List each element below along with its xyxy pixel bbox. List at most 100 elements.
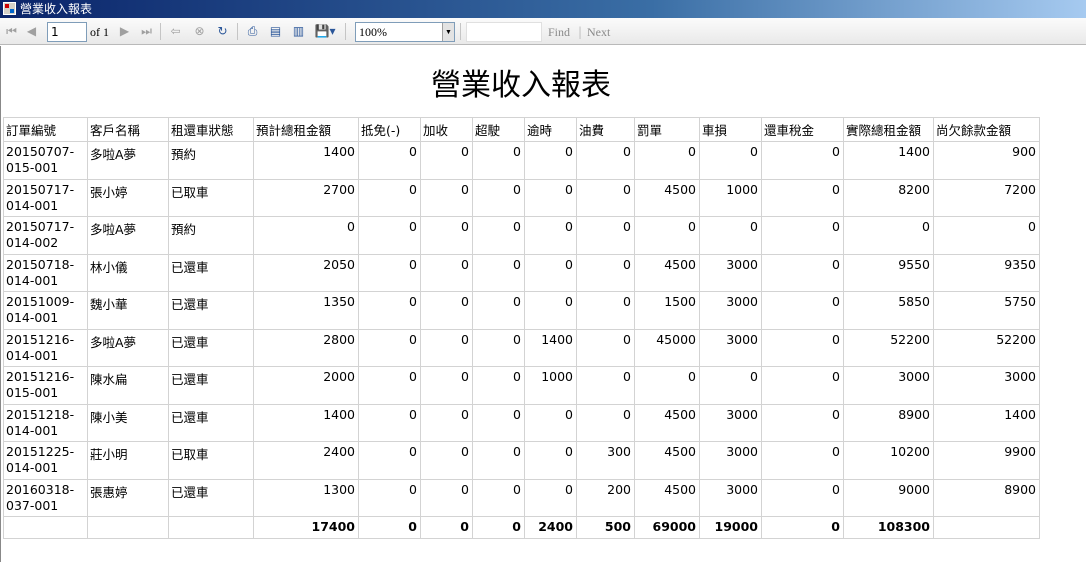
table-cell: 0: [420, 328, 473, 367]
zoom-select[interactable]: 100% ▼: [355, 22, 455, 42]
report-table: 訂單編號 客戶名稱 租還車狀態 預計總租金額 抵免(-) 加收 超駛 逾時 油費 罰單 車損 還車稅金…: [3, 117, 1040, 539]
app-icon: [3, 2, 16, 15]
table-cell: 1500: [634, 291, 700, 330]
table-cell: 0: [576, 328, 635, 367]
table-cell: 0: [420, 291, 473, 330]
first-page-icon[interactable]: ⏮: [2, 22, 21, 41]
print-layout-icon[interactable]: ▤: [266, 22, 285, 41]
find-next-button[interactable]: Next: [587, 25, 610, 40]
table-cell: 0: [420, 366, 473, 405]
table-cell: 0: [420, 253, 473, 292]
table-cell: 張小婷: [87, 178, 169, 217]
table-cell: 8900: [933, 478, 1040, 517]
table-row: 20151225-014-001 莊小明 已取車 2400 0 0 0 0 300 4500 300…: [3, 441, 1040, 480]
find-button[interactable]: Find: [548, 25, 570, 40]
table-cell: 0: [699, 366, 762, 405]
table-cell: 陳小美: [87, 403, 169, 442]
column-header: 訂單編號: [3, 117, 88, 142]
table-cell: 4500: [634, 403, 700, 442]
table-cell: 2800: [253, 328, 359, 367]
table-row: 20151216-015-001 陳水扁 已還車 2000 0 0 0 1000 0 0 0 0 300…: [3, 366, 1040, 405]
table-cell: 0: [761, 178, 844, 217]
page-count-label: of 1: [90, 25, 109, 39]
table-cell: 4500: [634, 441, 700, 480]
table-cell: 1350: [253, 291, 359, 330]
table-cell: 0: [358, 441, 421, 480]
table-cell: 3000: [699, 253, 762, 292]
column-header: 超駛: [472, 117, 525, 142]
table-cell: 0: [472, 366, 525, 405]
table-cell: 20150717-014-002: [3, 216, 88, 255]
column-header: 逾時: [524, 117, 577, 142]
table-cell: 0: [420, 478, 473, 517]
zoom-value: 100%: [359, 25, 387, 39]
table-cell: 0: [761, 403, 844, 442]
total-cell: 0: [472, 516, 525, 539]
table-cell: 0: [524, 441, 577, 480]
table-row: 20150717-014-002 多啦A夢 預約 0 0 0 0 0 0 0 0 0 0 0: [3, 216, 1040, 255]
table-cell: 0: [358, 478, 421, 517]
table-cell: 0: [843, 216, 934, 255]
table-cell: 1400: [524, 328, 577, 367]
table-cell: 0: [358, 366, 421, 405]
toolbar-separator: [460, 23, 461, 40]
table-cell: 5750: [933, 291, 1040, 330]
table-cell: 20151216-015-001: [3, 366, 88, 405]
table-cell: 8900: [843, 403, 934, 442]
report-title: 營業收入報表: [431, 68, 611, 103]
table-cell: 0: [634, 216, 700, 255]
column-header: 加收: [420, 117, 473, 142]
total-cell: 0: [358, 516, 421, 539]
export-icon[interactable]: 💾▾: [312, 22, 338, 41]
table-row: 20160318-037-001 張惠婷 已還車 1300 0 0 0 0 200 4500 300…: [3, 478, 1040, 517]
stop-icon[interactable]: ⊗: [190, 22, 209, 41]
table-cell: 0: [761, 366, 844, 405]
table-row: 20151218-014-001 陳小美 已還車 1400 0 0 0 0 0 4500 3000 0…: [3, 403, 1040, 442]
table-row: 20151216-014-001 多啦A夢 已還車 2800 0 0 0 1400 0 45000…: [3, 328, 1040, 367]
table-cell: 0: [576, 216, 635, 255]
table-cell: 20151225-014-001: [3, 441, 88, 480]
table-cell: 9900: [933, 441, 1040, 480]
table-cell: 莊小明: [87, 441, 169, 480]
table-cell: 20151218-014-001: [3, 403, 88, 442]
total-cell: 2400: [524, 516, 577, 539]
next-page-icon[interactable]: ▶: [115, 22, 134, 41]
find-input[interactable]: [466, 22, 542, 42]
column-header: 油費: [576, 117, 635, 142]
table-cell: 已還車: [168, 291, 254, 330]
table-cell: 52200: [933, 328, 1040, 367]
table-cell: 0: [524, 216, 577, 255]
print-icon[interactable]: ⎙: [243, 22, 262, 41]
chevron-down-icon[interactable]: ▼: [442, 23, 454, 41]
table-cell: 0: [472, 478, 525, 517]
table-cell: 0: [472, 141, 525, 180]
table-cell: 0: [761, 328, 844, 367]
back-icon[interactable]: ⇦: [166, 22, 185, 41]
table-cell: 已還車: [168, 366, 254, 405]
previous-page-icon[interactable]: ◀: [22, 22, 41, 41]
table-cell: 0: [253, 216, 359, 255]
refresh-icon[interactable]: ↻: [213, 22, 232, 41]
table-cell: 4500: [634, 253, 700, 292]
column-header: 車損: [699, 117, 762, 142]
total-cell: 500: [576, 516, 635, 539]
column-header: 實際總租金額: [843, 117, 934, 142]
page-setup-icon[interactable]: ▥: [289, 22, 308, 41]
table-cell: 7200: [933, 178, 1040, 217]
table-cell: 0: [634, 366, 700, 405]
table-cell: 0: [761, 478, 844, 517]
table-cell: 52200: [843, 328, 934, 367]
table-cell: 多啦A夢: [87, 216, 169, 255]
table-cell: 0: [576, 178, 635, 217]
table-cell: 0: [576, 403, 635, 442]
table-cell: 3000: [699, 328, 762, 367]
last-page-icon[interactable]: ⏭: [137, 22, 156, 41]
table-cell: 0: [761, 141, 844, 180]
page-number-input[interactable]: [47, 22, 87, 42]
table-cell: 張惠婷: [87, 478, 169, 517]
table-cell: 1400: [843, 141, 934, 180]
table-cell: 5850: [843, 291, 934, 330]
table-cell: 20160318-037-001: [3, 478, 88, 517]
report-toolbar: ⏮ ◀ of 1 ▶ ⏭ ⇦ ⊗ ↻ ⎙ ▤ ▥ 💾▾ 100% ▼ Find …: [0, 18, 1086, 45]
column-header: 罰單: [634, 117, 700, 142]
